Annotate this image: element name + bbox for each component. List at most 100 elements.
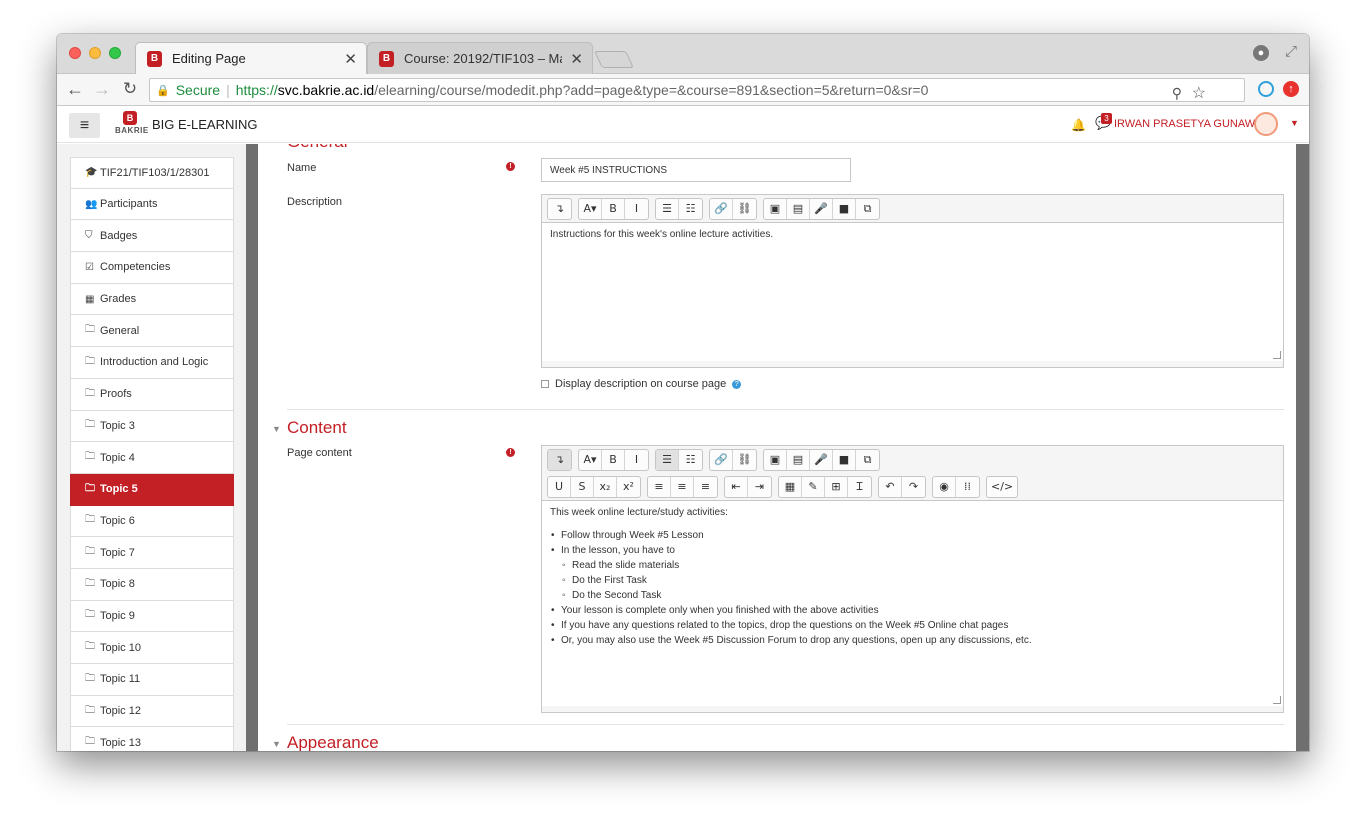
link-icon[interactable]: 🔗 bbox=[710, 449, 733, 470]
paragraph-style-icon[interactable]: A▾ bbox=[579, 449, 602, 470]
indent-icon[interactable]: ⇥ bbox=[748, 477, 771, 497]
resize-grip-icon[interactable] bbox=[1273, 696, 1281, 704]
extension-globe-icon[interactable] bbox=[1258, 81, 1274, 97]
table-icon[interactable]: ⊞ bbox=[825, 476, 848, 497]
subscript-icon[interactable]: x₂ bbox=[594, 476, 617, 497]
unordered-list-icon[interactable]: ☰ bbox=[656, 449, 679, 470]
outdent-icon[interactable]: ⇤ bbox=[725, 476, 748, 497]
extension-upload-icon[interactable]: ↑ bbox=[1283, 81, 1299, 97]
screenreader-helper-icon[interactable]: ⁞⁞ bbox=[956, 477, 979, 497]
sidebar-item[interactable]: 🗀 Topic 3 bbox=[70, 410, 234, 443]
image-icon[interactable]: ▣ bbox=[764, 449, 787, 470]
sidebar-item[interactable]: 🗀 Topic 6 bbox=[70, 505, 234, 538]
image-icon[interactable]: ▣ bbox=[764, 198, 787, 219]
sidebar-item[interactable]: 🗀 Introduction and Logic bbox=[70, 347, 234, 379]
align-center-icon[interactable]: ≡ bbox=[671, 476, 694, 497]
italic-icon[interactable]: I bbox=[625, 450, 648, 470]
site-name[interactable]: BIG E-LEARNING bbox=[152, 117, 257, 132]
brand-logo[interactable]: B BAKRIE bbox=[115, 111, 148, 137]
underline-icon[interactable]: U bbox=[548, 476, 571, 497]
avatar[interactable] bbox=[1254, 112, 1278, 136]
media-icon[interactable]: ▤ bbox=[787, 198, 810, 219]
profile-icon[interactable]: ● bbox=[1253, 45, 1269, 61]
sidebar-item[interactable]: ☑ Competencies bbox=[70, 252, 234, 284]
sidebar-item[interactable]: 🗀 Topic 8 bbox=[70, 568, 234, 601]
show-more-icon[interactable]: ↴ bbox=[548, 199, 571, 219]
accessibility-checker-icon[interactable]: ◉ bbox=[933, 476, 956, 497]
name-field[interactable] bbox=[541, 158, 851, 182]
special-char-icon[interactable]: ✎ bbox=[802, 476, 825, 497]
close-tab-icon[interactable]: ✕ bbox=[344, 50, 357, 68]
record-audio-icon[interactable]: 🎤 bbox=[810, 449, 833, 470]
align-left-icon[interactable]: ≡ bbox=[648, 476, 671, 497]
sidebar-item[interactable]: 🗀 General bbox=[70, 315, 234, 348]
media-icon[interactable]: ▤ bbox=[787, 449, 810, 470]
ordered-list-icon[interactable]: ☷ bbox=[679, 199, 702, 219]
sidebar-item[interactable]: 🗀 Topic 9 bbox=[70, 600, 234, 633]
sidebar-item[interactable]: 🗀 Proofs bbox=[70, 378, 234, 411]
reload-icon[interactable]: ↻ bbox=[120, 79, 140, 99]
forward-arrow-icon[interactable]: → bbox=[92, 79, 112, 100]
record-audio-icon[interactable]: 🎤 bbox=[810, 198, 833, 219]
sidebar-item[interactable]: 🗀 Topic 5 bbox=[70, 473, 234, 506]
unlink-icon[interactable]: ⛓ bbox=[733, 450, 756, 470]
sidebar-item[interactable]: 🎓 TIF21/TIF103/1/28301 bbox=[70, 157, 234, 189]
paragraph-style-icon[interactable]: A▾ bbox=[579, 198, 602, 219]
chevron-down-icon[interactable]: ▼ bbox=[1290, 118, 1299, 128]
section-general-legend[interactable]: General bbox=[287, 144, 347, 152]
user-name[interactable]: IRWAN PRASETYA GUNAWAN bbox=[1114, 118, 1270, 130]
tab-course[interactable]: B Course: 20192/TIF103 – Mate ✕ bbox=[367, 42, 593, 74]
resize-grip-icon[interactable] bbox=[1273, 351, 1281, 359]
equation-icon[interactable]: ▦ bbox=[779, 476, 802, 497]
close-window-button[interactable] bbox=[69, 47, 81, 59]
tab-editing-page[interactable]: B Editing Page ✕ bbox=[135, 42, 367, 74]
bold-icon[interactable]: B bbox=[602, 198, 625, 219]
sidebar-item[interactable]: 🗀 Topic 11 bbox=[70, 664, 234, 696]
redo-icon[interactable]: ↷ bbox=[902, 477, 925, 497]
sidebar-item[interactable]: 🗀 Topic 10 bbox=[70, 632, 234, 664]
show-more-icon[interactable]: ↴ bbox=[548, 449, 571, 470]
record-video-icon[interactable]: ■ bbox=[833, 198, 856, 219]
collapse-caret-icon[interactable]: ▼ bbox=[272, 424, 281, 434]
sidebar-item[interactable]: 🗀 Topic 13 bbox=[70, 727, 234, 751]
close-tab-icon[interactable]: ✕ bbox=[570, 50, 583, 68]
collapse-caret-icon[interactable]: ▼ bbox=[272, 739, 281, 749]
new-tab-button[interactable] bbox=[594, 51, 634, 68]
section-appearance-legend[interactable]: Appearance bbox=[287, 733, 379, 751]
maximize-window-button[interactable] bbox=[109, 47, 121, 59]
manage-files-icon[interactable]: ⧉ bbox=[856, 199, 879, 219]
notification-bell-icon[interactable]: 🔔 bbox=[1071, 118, 1086, 132]
unlink-icon[interactable]: ⛓ bbox=[733, 199, 756, 219]
bold-icon[interactable]: B bbox=[602, 449, 625, 470]
undo-icon[interactable]: ↶ bbox=[879, 476, 902, 497]
link-icon[interactable]: 🔗 bbox=[710, 198, 733, 219]
sidebar-item[interactable]: ▦ Grades bbox=[70, 283, 234, 316]
clear-format-icon[interactable]: Ɪ bbox=[848, 477, 871, 497]
sidebar-item[interactable]: 🗀 Topic 4 bbox=[70, 442, 234, 474]
display-description-checkbox[interactable] bbox=[541, 380, 549, 388]
unordered-list-icon[interactable]: ☰ bbox=[656, 198, 679, 219]
url-input[interactable]: 🔒 Secure | https:// svc.bakrie.ac.id /el… bbox=[149, 78, 1245, 102]
minimize-window-button[interactable] bbox=[89, 47, 101, 59]
zoom-icon[interactable]: ⚲ bbox=[1172, 85, 1182, 102]
sidebar-item[interactable]: ⛉ Badges bbox=[70, 220, 234, 253]
html-icon[interactable]: </> bbox=[987, 477, 1017, 497]
page-scrollbar[interactable] bbox=[1296, 144, 1309, 751]
italic-icon[interactable]: I bbox=[625, 199, 648, 219]
sidebar-item[interactable]: 🗀 Topic 7 bbox=[70, 537, 234, 569]
fullscreen-icon[interactable]: ⤢ bbox=[1285, 43, 1297, 60]
sidebar-item[interactable]: 🗀 Topic 12 bbox=[70, 695, 234, 728]
manage-files-icon[interactable]: ⧉ bbox=[856, 450, 879, 470]
record-video-icon[interactable]: ■ bbox=[833, 449, 856, 470]
section-content-legend[interactable]: Content bbox=[287, 418, 347, 438]
bookmark-star-icon[interactable]: ☆ bbox=[1192, 83, 1206, 103]
superscript-icon[interactable]: x² bbox=[617, 477, 640, 497]
page-content-textarea[interactable]: This week online lecture/study activitie… bbox=[542, 500, 1283, 706]
description-textarea[interactable]: Instructions for this week's online lect… bbox=[542, 222, 1283, 361]
ordered-list-icon[interactable]: ☷ bbox=[679, 450, 702, 470]
align-right-icon[interactable]: ≡ bbox=[694, 477, 717, 497]
menu-toggle-icon[interactable]: ≡ bbox=[69, 113, 100, 138]
strikethrough-icon[interactable]: S bbox=[571, 476, 594, 497]
help-icon[interactable]: ? bbox=[732, 379, 742, 389]
back-arrow-icon[interactable]: ← bbox=[65, 79, 85, 100]
